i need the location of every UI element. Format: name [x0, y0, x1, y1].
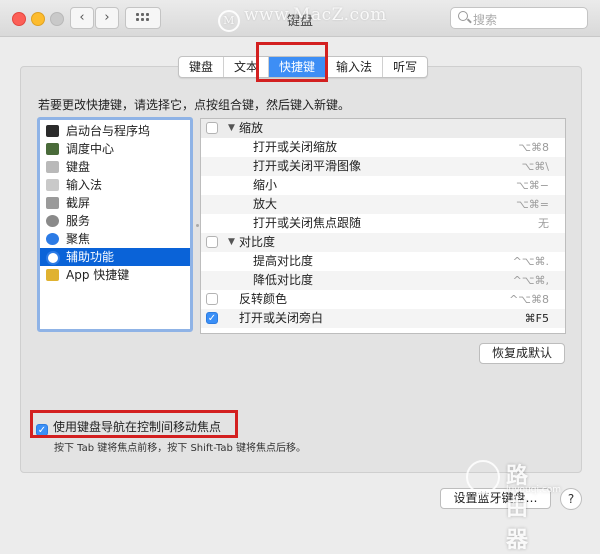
tab-keyboard[interactable]: 键盘 — [179, 57, 225, 77]
highlight-box-keyboard-navigation — [30, 410, 238, 438]
shortcut-key: ⌥⌘= — [516, 198, 549, 211]
shortcut-list: ▼ 缩放 打开或关闭缩放 ⌥⌘8 打开或关闭平滑图像 ⌥⌘\ 缩小 ⌥⌘− 放大… — [200, 118, 566, 334]
keyboard-navigation-hint: 按下 Tab 键将焦点前移，按下 Shift-Tab 键将焦点后移。 — [54, 443, 306, 454]
shortcut-key: ^⌥⌘, — [512, 274, 549, 287]
gear-icon — [46, 215, 59, 227]
category-keyboard[interactable]: 键盘 — [40, 158, 190, 176]
shortcut-key: 无 — [538, 217, 549, 230]
disclosure-triangle-icon[interactable]: ▼ — [228, 233, 235, 252]
shortcut-key: ⌥⌘− — [516, 179, 549, 192]
category-services[interactable]: 服务 — [40, 212, 190, 230]
launchpad-dock-icon — [46, 125, 59, 137]
title-bar: ‹ › 键盘 Mwww.MacZ.com 搜索 — [0, 0, 600, 37]
category-app-shortcuts[interactable]: App 快捷键 — [40, 266, 190, 284]
checkbox[interactable] — [206, 293, 218, 305]
instructions-text: 若要更改快捷键，请选择它，点按组合键，然后键入新键。 — [38, 98, 351, 112]
category-input-sources[interactable]: 输入法 — [40, 176, 190, 194]
splitter-handle[interactable] — [196, 224, 199, 227]
input-source-icon — [46, 179, 59, 191]
checkbox[interactable] — [206, 236, 218, 248]
shortcut-row[interactable]: 降低对比度 ^⌥⌘, — [201, 271, 565, 290]
checkbox[interactable] — [206, 122, 218, 134]
app-store-icon — [46, 269, 59, 281]
shortcut-key: ⌥⌘\ — [521, 160, 549, 173]
shortcut-row-invert-colors[interactable]: 反转颜色 ^⌥⌘8 — [201, 290, 565, 309]
accessibility-icon — [46, 251, 60, 265]
tab-input-sources[interactable]: 输入法 — [326, 57, 384, 77]
highlight-box-tab — [256, 42, 328, 82]
shortcut-row[interactable]: 打开或关闭焦点跟随 无 — [201, 214, 565, 233]
category-list: 启动台与程序坞 调度中心 键盘 输入法 截屏 服务 聚焦 辅助功能 App 快捷… — [37, 117, 193, 332]
shortcut-key: ⌥⌘8 — [518, 141, 549, 154]
search-icon — [458, 11, 468, 21]
shortcut-group-contrast[interactable]: ▼ 对比度 — [201, 233, 565, 252]
corner-watermark-subtitle: luyouqi.com — [506, 485, 562, 495]
keyboard-icon — [46, 161, 59, 173]
shortcut-row-voiceover[interactable]: ✓ 打开或关闭旁白 ⌘F5 — [201, 309, 565, 328]
corner-watermark-title: 路由器 — [506, 464, 529, 553]
watermark-text: www.MacZ.com — [244, 5, 387, 25]
screenshot-icon — [46, 197, 59, 209]
router-logo-icon — [466, 460, 500, 494]
shortcut-row[interactable]: 打开或关闭缩放 ⌥⌘8 — [201, 138, 565, 157]
category-spotlight[interactable]: 聚焦 — [40, 230, 190, 248]
tab-dictation[interactable]: 听写 — [383, 57, 427, 77]
shortcut-key: ⌘F5 — [524, 312, 549, 325]
restore-defaults-button[interactable]: 恢复成默认 — [479, 343, 565, 364]
shortcut-row[interactable]: 放大 ⌥⌘= — [201, 195, 565, 214]
shortcut-row[interactable]: 打开或关闭平滑图像 ⌥⌘\ — [201, 157, 565, 176]
system-preferences-window: ‹ › 键盘 Mwww.MacZ.com 搜索 键盘 文本 快捷键 输入法 听写… — [0, 0, 600, 553]
shortcut-key: ^⌥⌘. — [512, 255, 549, 268]
category-mission-control[interactable]: 调度中心 — [40, 140, 190, 158]
category-screenshots[interactable]: 截屏 — [40, 194, 190, 212]
help-button[interactable]: ? — [560, 488, 582, 510]
shortcut-key: ^⌥⌘8 — [509, 293, 549, 306]
shortcut-row[interactable]: 提高对比度 ^⌥⌘. — [201, 252, 565, 271]
checkbox-checked[interactable]: ✓ — [206, 312, 218, 324]
shortcut-row[interactable]: 缩小 ⌥⌘− — [201, 176, 565, 195]
category-accessibility[interactable]: 辅助功能 — [40, 248, 190, 266]
category-launchpad-dock[interactable]: 启动台与程序坞 — [40, 122, 190, 140]
mission-control-icon — [46, 143, 59, 155]
watermark: Mwww.MacZ.com — [218, 5, 387, 32]
spotlight-icon — [46, 233, 59, 245]
shortcut-group-zoom[interactable]: ▼ 缩放 — [201, 119, 565, 138]
search-field[interactable]: 搜索 — [450, 7, 588, 29]
disclosure-triangle-icon[interactable]: ▼ — [228, 119, 235, 138]
macz-logo-icon: M — [218, 10, 240, 32]
search-placeholder: 搜索 — [473, 13, 498, 27]
